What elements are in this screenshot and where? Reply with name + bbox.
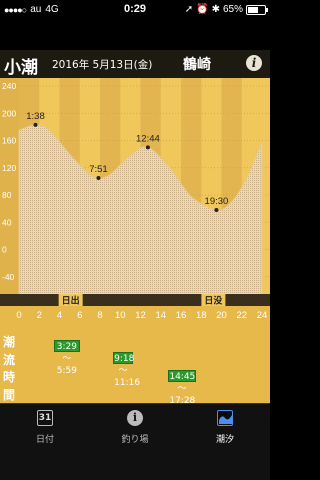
location-arrow-icon: ➚ (184, 4, 194, 15)
bluetooth-icon: ✱ (211, 4, 220, 15)
y-tick-label: 160 (2, 136, 16, 146)
y-tick-label: 200 (2, 108, 16, 118)
x-tick-label: 16 (176, 310, 187, 321)
sunrise-label: 日出 (62, 295, 80, 307)
x-tick-label: 18 (196, 310, 207, 321)
status-bar: ●●●●○ au 4G 0:29 ➚ ⏰ ✱ 65% (0, 0, 270, 20)
y-tick-label: 120 (2, 163, 16, 173)
x-tick-label: 8 (97, 310, 102, 321)
screen: ●●●●○ au 4G 0:29 ➚ ⏰ ✱ 65% 小潮 2016年 5月13… (0, 0, 270, 480)
y-tick-label: 240 (2, 81, 16, 91)
tab-tide-label: 潮汐 (215, 435, 234, 445)
peak-label: 19:30 (205, 196, 229, 207)
battery-percent: 65% (222, 4, 243, 15)
tab-fishing-spot-label: 釣り場 (121, 435, 149, 445)
header: 小潮 2016年 5月13日(金) 鶴崎 i (0, 50, 270, 78)
tab-bar: 31 日付 i 釣り場 潮汐 (0, 403, 270, 480)
x-tick-label: 10 (115, 310, 126, 321)
flow-period-bar: 9:18～11:16 (113, 352, 141, 388)
alarm-icon: ⏰ (196, 4, 209, 15)
y-tick-label: 40 (2, 217, 12, 227)
sunset-label: 日没 (204, 295, 223, 307)
tide-chart-svg: 1:387:5112:4419:30 24020016012080400-40-… (0, 78, 270, 326)
x-tick-label: 4 (57, 310, 62, 321)
x-tick-label: 20 (216, 310, 227, 321)
x-tick-label: 6 (77, 310, 82, 321)
peak-label: 7:51 (89, 164, 108, 175)
x-tick-label: 12 (135, 310, 146, 321)
tide-type: 小潮 (4, 58, 38, 78)
battery-icon (246, 4, 268, 15)
x-tick-label: 14 (155, 310, 166, 321)
x-tick-label: 24 (257, 310, 268, 321)
peak-point (33, 122, 38, 127)
y-tick-label: 80 (2, 190, 12, 200)
x-tick-label: 0 (16, 310, 21, 321)
peak-point (214, 207, 219, 212)
x-tick-label: 2 (37, 310, 42, 321)
flow-title: 潮流時間 (3, 335, 16, 402)
peak-label: 12:44 (136, 133, 160, 144)
info-button[interactable]: i (246, 55, 262, 71)
flow-period-bar: 3:29～5:59 (54, 340, 80, 376)
tab-date[interactable]: 31 日付 (0, 404, 90, 445)
date-label[interactable]: 2016年 5月13日(金) (52, 57, 152, 72)
y-tick-label: 0 (2, 245, 7, 255)
location-name[interactable]: 鶴崎 (183, 54, 211, 74)
status-right: ➚ ⏰ ✱ 65% (184, 4, 268, 15)
peak-label: 1:38 (26, 111, 45, 122)
tide-chart-icon (217, 410, 233, 426)
tab-date-label: 日付 (35, 435, 54, 445)
peak-point (96, 175, 101, 180)
tab-tide[interactable]: 潮汐 (180, 404, 270, 445)
flow-period-bar: 14:45～17:28 (168, 370, 196, 406)
peak-point (145, 145, 150, 150)
y-tick-label: -40 (2, 272, 15, 282)
tab-fishing-spot[interactable]: i 釣り場 (90, 404, 180, 445)
info-icon: i (127, 410, 143, 426)
tide-chart: 1:387:5112:4419:30 24020016012080400-40-… (0, 78, 270, 326)
tidal-flow-panel: 潮流時間 3:29～5:59 9:18～11:16 14:45～17:28 (0, 326, 270, 406)
sun-strip (0, 294, 270, 306)
calendar-icon: 31 (37, 410, 53, 426)
x-tick-label: 22 (236, 310, 247, 321)
